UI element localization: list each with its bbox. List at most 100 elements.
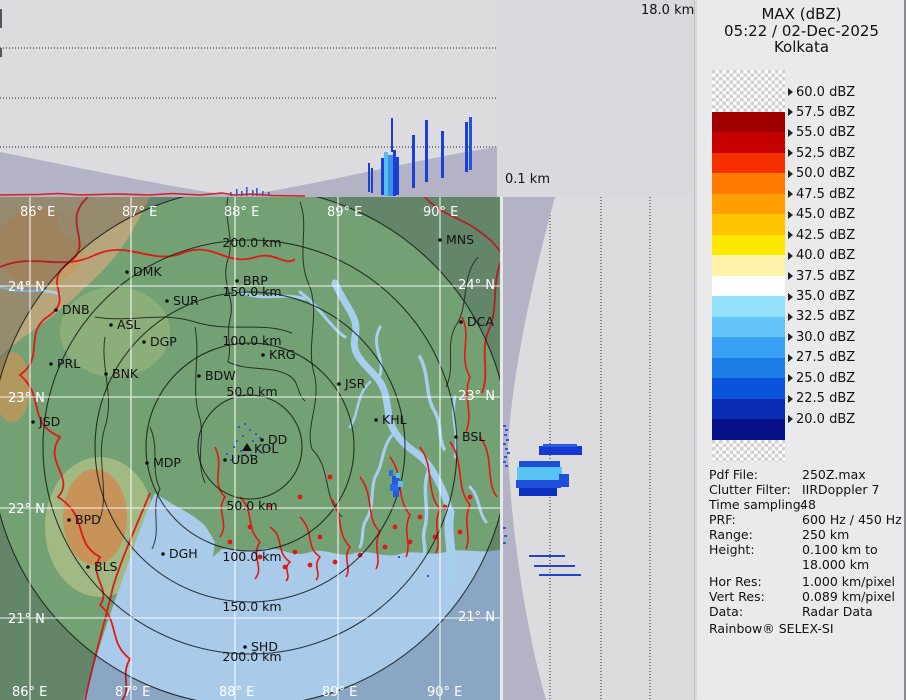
echo-bar (384, 152, 388, 196)
metadata-label: Pdf File: (709, 467, 758, 482)
echo-speck (505, 429, 508, 431)
colorbar-band (712, 255, 785, 276)
legend-entry-label: 40.0 dBZ (796, 248, 856, 264)
legend-tick-icon (788, 149, 793, 158)
legend-tick-icon (788, 272, 793, 281)
legend-entry-label: 32.5 dBZ (796, 309, 856, 325)
metadata-value: 600 Hz / 450 Hz (802, 512, 902, 527)
metadata-label: Data: (709, 604, 744, 619)
legend-entry: 57.5 dBZ (788, 104, 855, 120)
station-dot (104, 372, 108, 376)
colorbar-band (712, 296, 785, 317)
echo-bar (539, 446, 582, 455)
ring-label: 50.0 km (226, 498, 277, 513)
legend-entry: 45.0 dBZ (788, 207, 855, 223)
echo-bar (465, 122, 468, 172)
legend-tick-icon (788, 210, 793, 219)
legend-entry-label: 60.0 dBZ (796, 84, 856, 100)
legend-entry-label: 52.5 dBZ (796, 145, 856, 161)
echo-speck (249, 429, 251, 431)
station-dot (109, 323, 113, 327)
echo-speck (504, 456, 507, 458)
station-dot (49, 362, 53, 366)
legend-entry: 27.5 dBZ (788, 350, 855, 366)
radar-application-window: { "panel": { "title": "MAX (dBZ)", "date… (0, 0, 906, 700)
echo-bar (368, 163, 370, 192)
legend-header: MAX (dBZ) 05:22 / 02-Dec-2025 Kolkata (697, 6, 906, 56)
echo-speck (503, 461, 506, 463)
station-label: DGP (150, 334, 177, 349)
metadata-value: 48 (800, 497, 816, 512)
colorbar-band-transparent (712, 439, 785, 462)
legend-tick-icon (788, 190, 793, 199)
ring-label: 100.0 km (222, 549, 281, 564)
legend-entry-label: 57.5 dBZ (796, 104, 856, 120)
echo-bar (519, 461, 560, 468)
legend-entry: 35.0 dBZ (788, 289, 855, 305)
legend-tick-icon (788, 374, 793, 383)
echo-speck (226, 453, 228, 455)
legend-entry: 40.0 dBZ (788, 248, 855, 264)
station-label: DMK (133, 264, 162, 279)
top-profile-gridlines (0, 47, 497, 148)
echo-bar (441, 131, 444, 178)
colorbar-band (712, 173, 785, 194)
echo-bar (425, 120, 428, 182)
metadata-label: Clutter Filter: (709, 482, 791, 497)
station-label: JSD (38, 414, 60, 429)
longitude-label: 88° E (224, 205, 259, 220)
metadata-value: 18.000 km (802, 557, 870, 572)
legend-entry-label: 37.5 dBZ (796, 268, 856, 284)
echo-bar (543, 444, 577, 447)
echo-speck (504, 535, 507, 537)
colorbar-band (712, 193, 785, 214)
colorbar-band (712, 337, 785, 358)
radar-map[interactable]: 200.0 km 150.0 km 100.0 km 50.0 km 50.0 km 10… (0, 197, 503, 700)
station-label: SUR (173, 293, 199, 308)
echo-bar (371, 168, 373, 193)
metadata-value: Radar Data (802, 604, 873, 619)
latitude-label: 22° N (8, 502, 45, 517)
metadata-value: IIRDoppler 7 (802, 482, 880, 497)
latitude-label: 24° N (8, 280, 45, 295)
legend-tick-icon (788, 312, 793, 321)
legend-tick-icon (788, 415, 793, 424)
latitude-label: 21° N (458, 610, 495, 625)
echo-speck (233, 446, 235, 448)
metadata-label: Height: (709, 542, 755, 557)
legend-tick-icon (788, 108, 793, 117)
station-dot (145, 461, 149, 465)
height-axis-min-label: 0.1 km (505, 172, 550, 187)
station-label: MDP (153, 455, 181, 470)
station-label: DGH (169, 546, 198, 561)
echo-speck (506, 439, 509, 441)
echo-patch (389, 470, 393, 476)
metadata-value: 0.100 km to (802, 542, 878, 557)
metadata-value: 250 km (802, 527, 850, 542)
station-dot (438, 238, 442, 242)
longitude-label: 87° E (115, 685, 150, 700)
legend-panel: MAX (dBZ) 05:22 / 02-Dec-2025 Kolkata 60… (697, 0, 906, 700)
metadata-label: Hor Res: (709, 574, 762, 589)
echo-patch (390, 484, 399, 491)
station-dot (86, 565, 90, 569)
legend-entry: 60.0 dBZ (788, 84, 855, 100)
station-dot (337, 382, 341, 386)
latitude-label: 24° N (458, 278, 495, 293)
station-label: MNS (446, 232, 474, 247)
legend-entry: 37.5 dBZ (788, 268, 855, 284)
echo-patch (398, 481, 403, 487)
echo-speck (507, 452, 510, 454)
echo-bar (381, 158, 384, 195)
echo-bar (516, 480, 561, 488)
station-label: BDW (205, 368, 236, 383)
station-label: ASL (117, 317, 140, 332)
ring-label: 50.0 km (226, 384, 277, 399)
metadata-label: Range: (709, 527, 753, 542)
right-profile-plot (503, 197, 651, 700)
software-credit: Rainbow® SELEX-SI (709, 621, 834, 636)
longitude-label: 90° E (423, 205, 458, 220)
legend-entry-label: 50.0 dBZ (796, 166, 856, 182)
echo-speck (259, 437, 261, 439)
legend-entry: 47.5 dBZ (788, 186, 855, 202)
